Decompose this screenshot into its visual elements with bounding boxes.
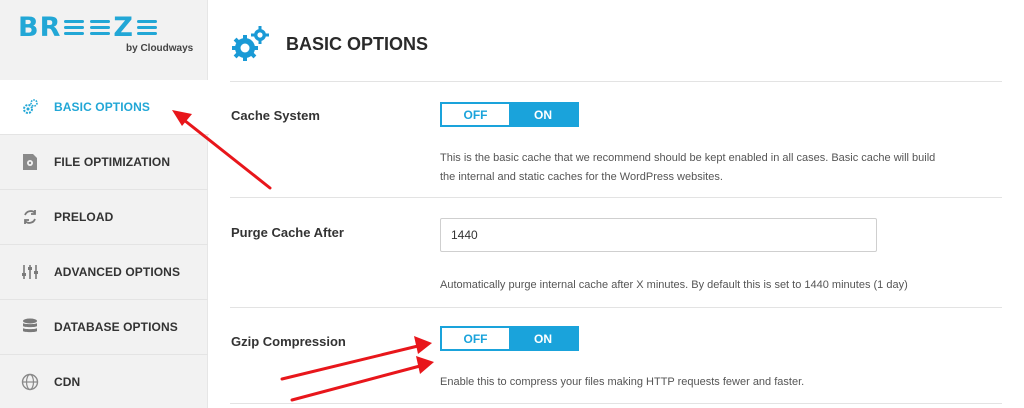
divider	[230, 307, 1002, 308]
logo-wave-e1	[64, 19, 85, 35]
sidebar-nav: BASIC OPTIONS FILE OPTIMIZATION PRELOAD …	[0, 80, 209, 408]
purge-cache-label: Purge Cache After	[231, 225, 344, 240]
cache-system-description-line2: the internal and static caches for the W…	[440, 171, 723, 183]
sidebar-item-label: FILE OPTIMIZATION	[54, 155, 171, 169]
breeze-logo: BR Z by Cloudways	[18, 12, 198, 62]
gzip-description: Enable this to compress your files makin…	[440, 376, 805, 388]
main-panel: BASIC OPTIONS Cache System OFF ON This i…	[208, 0, 1024, 408]
sidebar-item-preload[interactable]: PRELOAD	[0, 190, 208, 245]
sidebar-item-label: CDN	[54, 375, 81, 389]
logo-wave-e3	[136, 19, 157, 35]
sidebar-item-label: ADVANCED OPTIONS	[54, 265, 181, 279]
sidebar-item-basic-options[interactable]: BASIC OPTIONS	[0, 80, 209, 135]
gzip-compression-label: Gzip Compression	[231, 334, 346, 349]
cache-system-on-option[interactable]: ON	[509, 104, 577, 125]
purge-cache-description: Automatically purge internal cache after…	[440, 279, 908, 291]
cache-system-label: Cache System	[231, 108, 320, 123]
gears-icon	[20, 97, 40, 117]
gzip-on-option[interactable]: ON	[509, 328, 577, 349]
cache-system-toggle[interactable]: OFF ON	[440, 102, 579, 127]
sidebar-item-database-options[interactable]: DATABASE OPTIONS	[0, 300, 208, 355]
logo-subtitle: by Cloudways	[126, 43, 194, 54]
gzip-compression-toggle[interactable]: OFF ON	[440, 326, 579, 351]
sidebar-item-advanced-options[interactable]: ADVANCED OPTIONS	[0, 245, 208, 300]
logo-text-left: BR	[18, 11, 62, 43]
sidebar-item-label: BASIC OPTIONS	[54, 100, 150, 114]
divider	[230, 403, 1002, 404]
gears-icon	[230, 24, 270, 64]
cache-system-description: This is the basic cache that we recommen…	[440, 149, 1000, 187]
sidebar-item-label: PRELOAD	[54, 210, 114, 224]
refresh-icon	[20, 207, 40, 227]
globe-icon	[20, 372, 40, 392]
database-icon	[20, 317, 40, 337]
divider	[230, 81, 1002, 82]
logo-text-right: Z	[113, 11, 134, 43]
sidebar-item-file-optimization[interactable]: FILE OPTIMIZATION	[0, 135, 208, 190]
sidebar-item-cdn[interactable]: CDN	[0, 355, 208, 408]
divider	[230, 197, 1002, 198]
sidebar: BR Z by Cloudways BASIC OPTIONS FILE OPT…	[0, 0, 209, 408]
page: BR Z by Cloudways BASIC OPTIONS FILE OPT…	[0, 0, 1024, 408]
cache-system-description-line1: This is the basic cache that we recommen…	[440, 152, 936, 164]
cache-system-off-option[interactable]: OFF	[442, 104, 509, 125]
sliders-icon	[20, 262, 40, 282]
page-header: BASIC OPTIONS	[230, 22, 428, 66]
gzip-off-option[interactable]: OFF	[442, 328, 509, 349]
purge-cache-input[interactable]	[440, 218, 877, 252]
sidebar-item-label: DATABASE OPTIONS	[54, 320, 178, 334]
file-gear-icon	[20, 152, 40, 172]
page-title: BASIC OPTIONS	[286, 33, 429, 54]
logo-wave-e2	[90, 19, 111, 35]
